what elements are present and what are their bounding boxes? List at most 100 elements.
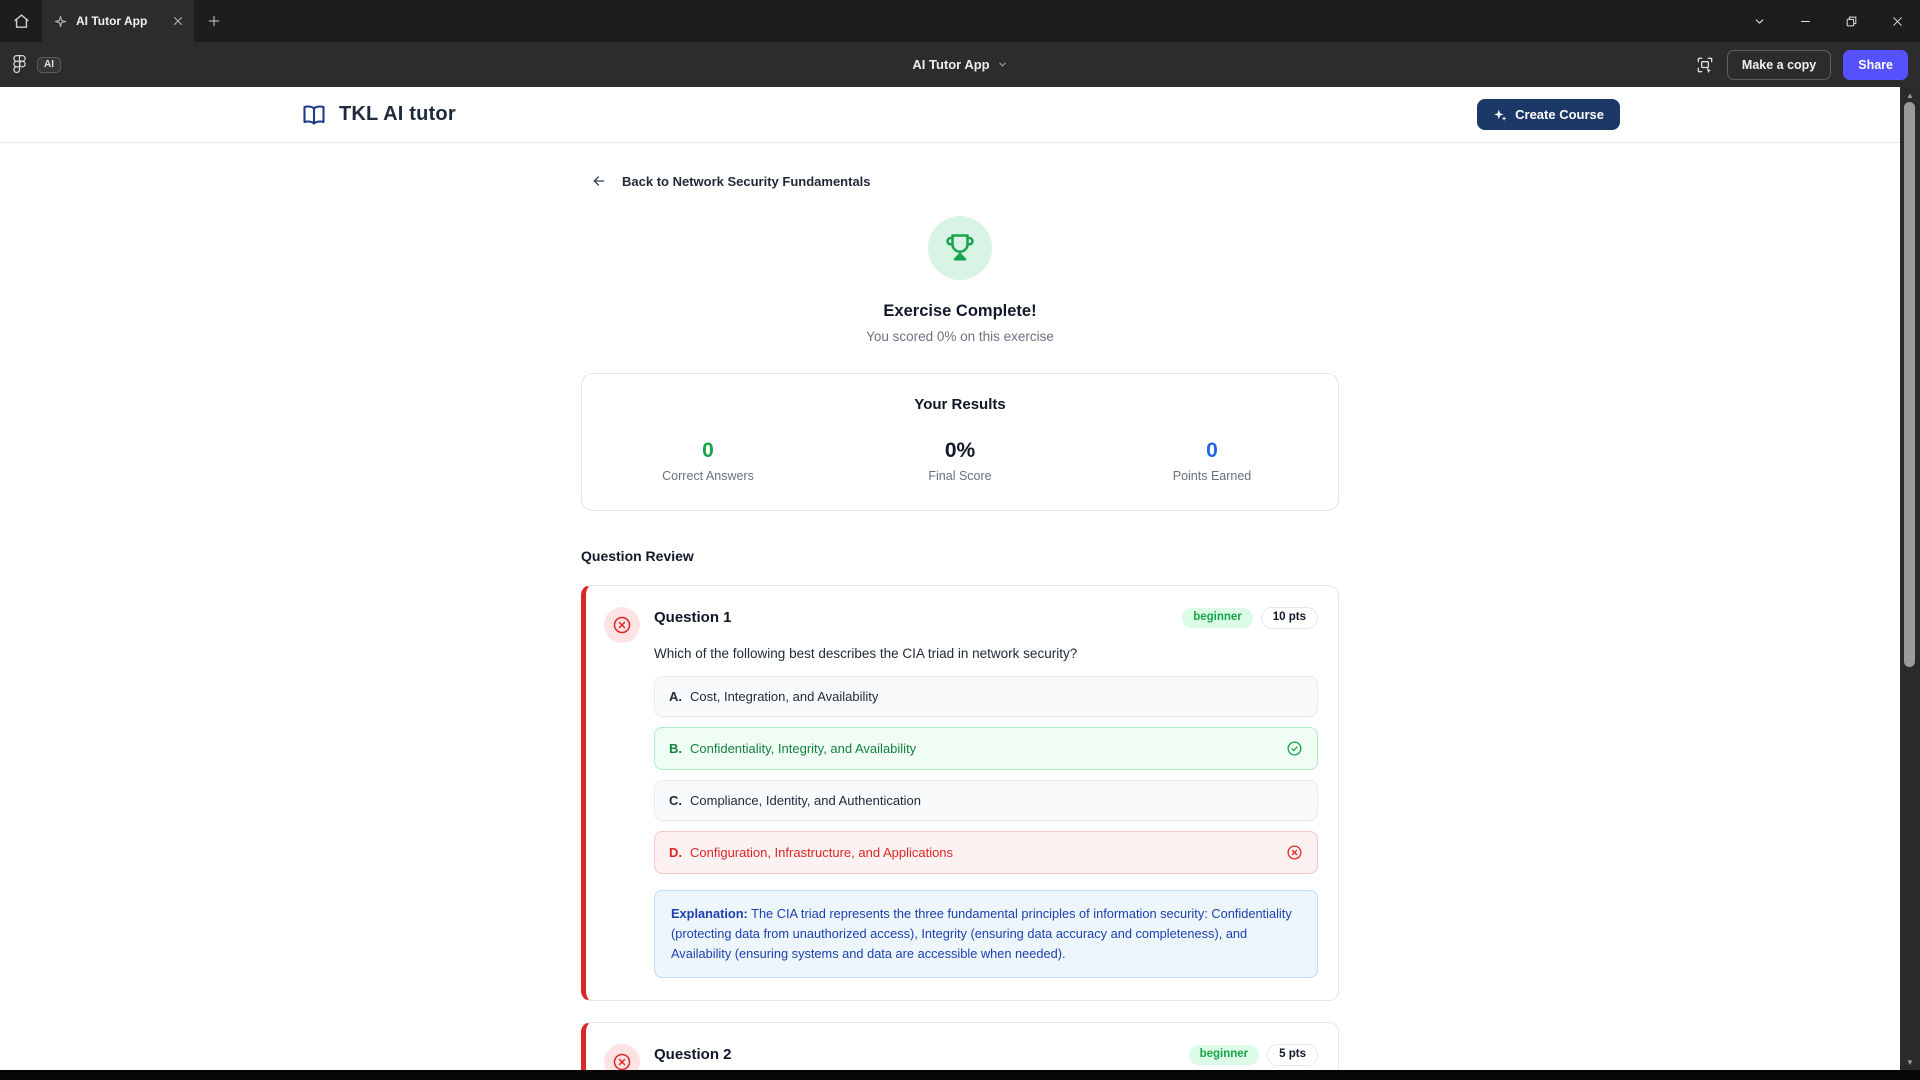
page-content: Back to Network Security Fundamentals Ex…	[581, 173, 1339, 1070]
x-circle-icon	[1286, 844, 1303, 861]
ai-badge: AI	[37, 57, 61, 73]
completion-hero: Exercise Complete! You scored 0% on this…	[581, 216, 1339, 344]
results-title: Your Results	[582, 396, 1338, 413]
stat-label: Final Score	[834, 469, 1086, 483]
create-course-button[interactable]: Create Course	[1477, 99, 1620, 130]
question-card-2: Question 2 beginner 5 pts Firewall rules…	[581, 1022, 1339, 1070]
toolbar-left: AI	[12, 54, 61, 75]
app-header: TKL AI tutor Create Course	[0, 87, 1920, 143]
back-link[interactable]: Back to Network Security Fundamentals	[581, 173, 1339, 189]
option-d-wrong[interactable]: D. Configuration, Infrastructure, and Ap…	[654, 831, 1318, 874]
home-icon	[13, 13, 30, 30]
brand: TKL AI tutor	[300, 103, 456, 127]
maximize-button[interactable]	[1828, 0, 1874, 42]
question-text: Which of the following best describes th…	[654, 646, 1318, 661]
trophy-circle	[928, 216, 992, 280]
complete-title: Exercise Complete!	[581, 302, 1339, 321]
explanation-box: Explanation: The CIA triad represents th…	[654, 890, 1318, 979]
tab-ai-tutor-app[interactable]: AI Tutor App	[42, 0, 194, 42]
option-letter: A.	[669, 689, 682, 704]
sparkles-icon	[1493, 108, 1507, 122]
minimize-button[interactable]	[1782, 0, 1828, 42]
incorrect-status-circle	[604, 1044, 640, 1070]
tab-bar-spacer	[234, 0, 1736, 42]
scroll-down-icon[interactable]: ▼	[1900, 1054, 1920, 1070]
points-badge: 10 pts	[1261, 607, 1318, 629]
book-icon	[300, 103, 328, 127]
results-card: Your Results 0 Correct Answers 0% Final …	[581, 373, 1339, 511]
window-controls	[1736, 0, 1920, 42]
question-badges: beginner 10 pts	[1182, 607, 1318, 629]
window-bottom-edge	[0, 1070, 1920, 1080]
share-button[interactable]: Share	[1843, 50, 1908, 80]
toolbar-center: AI Tutor App	[0, 42, 1920, 87]
results-stats: 0 Correct Answers 0% Final Score 0 Point…	[582, 439, 1338, 483]
tab-title: AI Tutor App	[76, 14, 163, 28]
option-text: Configuration, Infrastructure, and Appli…	[690, 845, 1276, 860]
make-a-copy-button[interactable]: Make a copy	[1727, 50, 1831, 80]
stat-value: 0	[582, 439, 834, 463]
explanation-text: The CIA triad represents the three funda…	[671, 906, 1292, 961]
close-icon	[1891, 15, 1904, 28]
question-review-title: Question Review	[581, 548, 1339, 564]
stat-correct-answers: 0 Correct Answers	[582, 439, 834, 483]
app-window: AI Tutor App	[0, 0, 1920, 1080]
scroll-up-icon[interactable]: ▲	[1900, 87, 1920, 103]
question-body: Question 2 beginner 5 pts Firewall rules…	[654, 1044, 1318, 1070]
app-canvas: TKL AI tutor Create Course Back to Netwo…	[0, 87, 1920, 1070]
option-text: Cost, Integration, and Availability	[690, 689, 1303, 704]
tab-bar: AI Tutor App	[0, 0, 1920, 42]
toolbar-right: Make a copy Share	[1695, 50, 1908, 80]
plus-icon	[207, 14, 221, 28]
stat-label: Points Earned	[1086, 469, 1338, 483]
new-tab-button[interactable]	[194, 0, 234, 42]
main-toolbar: AI AI Tutor App Make a copy Share	[0, 42, 1920, 87]
check-circle-icon	[1286, 740, 1303, 757]
complete-subtitle: You scored 0% on this exercise	[581, 329, 1339, 344]
question-body: Question 1 beginner 10 pts Which of the …	[654, 607, 1318, 978]
incorrect-status-circle	[604, 607, 640, 643]
option-a[interactable]: A. Cost, Integration, and Availability	[654, 676, 1318, 717]
app-title[interactable]: AI Tutor App	[912, 57, 989, 72]
question-options: A. Cost, Integration, and Availability B…	[654, 676, 1318, 874]
trophy-icon	[945, 233, 975, 263]
stat-points-earned: 0 Points Earned	[1086, 439, 1338, 483]
stat-value: 0%	[834, 439, 1086, 463]
vertical-scrollbar[interactable]: ▲ ▼	[1900, 87, 1920, 1070]
window-menu-button[interactable]	[1736, 0, 1782, 42]
restore-icon	[1845, 15, 1858, 28]
chevron-down-icon	[1753, 15, 1766, 28]
close-window-button[interactable]	[1874, 0, 1920, 42]
stat-final-score: 0% Final Score	[834, 439, 1086, 483]
option-c[interactable]: C. Compliance, Identity, and Authenticat…	[654, 780, 1318, 821]
option-letter: B.	[669, 741, 682, 756]
back-arrow-icon	[591, 173, 607, 189]
brand-name: TKL AI tutor	[339, 103, 456, 126]
option-text: Confidentiality, Integrity, and Availabi…	[690, 741, 1276, 756]
option-b-correct[interactable]: B. Confidentiality, Integrity, and Avail…	[654, 727, 1318, 770]
create-course-label: Create Course	[1515, 107, 1604, 122]
stat-value: 0	[1086, 439, 1338, 463]
preview-icon[interactable]	[1695, 55, 1715, 75]
points-badge: 5 pts	[1267, 1044, 1318, 1066]
question-title: Question 2	[654, 1046, 732, 1063]
minimize-icon	[1799, 15, 1812, 28]
title-chevron-icon[interactable]	[997, 59, 1008, 70]
stat-label: Correct Answers	[582, 469, 834, 483]
question-badges: beginner 5 pts	[1189, 1044, 1318, 1066]
level-badge: beginner	[1189, 1045, 1260, 1065]
x-circle-icon	[612, 1052, 632, 1070]
scrollbar-thumb[interactable]	[1904, 102, 1915, 667]
explanation-label: Explanation:	[671, 906, 748, 921]
question-card-1: Question 1 beginner 10 pts Which of the …	[581, 585, 1339, 1001]
back-link-label: Back to Network Security Fundamentals	[622, 174, 871, 189]
figma-logo-icon[interactable]	[12, 54, 27, 75]
option-letter: D.	[669, 845, 682, 860]
home-button[interactable]	[0, 0, 42, 42]
close-tab-icon[interactable]	[172, 15, 184, 27]
option-letter: C.	[669, 793, 682, 808]
level-badge: beginner	[1182, 608, 1253, 628]
option-text: Compliance, Identity, and Authentication	[690, 793, 1303, 808]
make-tab-icon	[54, 15, 67, 28]
question-title: Question 1	[654, 609, 732, 626]
